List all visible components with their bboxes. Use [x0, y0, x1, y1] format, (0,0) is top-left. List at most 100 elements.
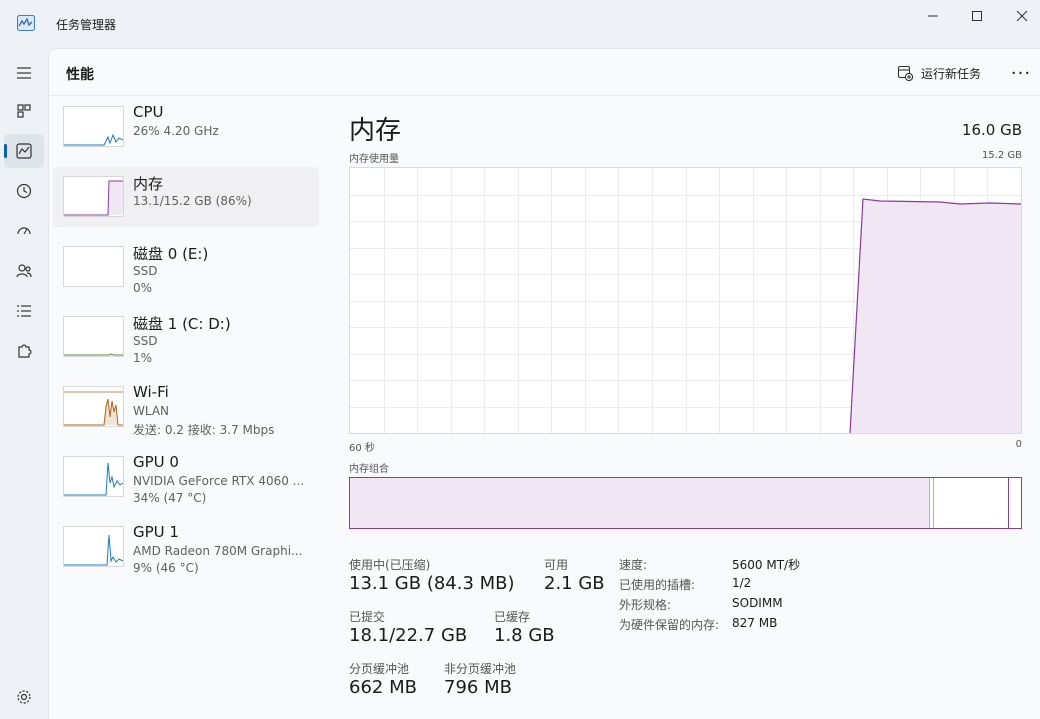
- detail-title: 内存: [349, 116, 402, 146]
- run-new-task-button[interactable]: 运行新任务: [897, 61, 981, 85]
- memory-sparkline: [64, 180, 123, 216]
- nav-performance[interactable]: [4, 134, 44, 168]
- memory-composition-bar: [349, 477, 1022, 529]
- nonpaged-pool-value: 796 MB: [444, 677, 512, 698]
- spec-value: 1/2: [732, 576, 752, 590]
- spec-label: 速度:: [619, 558, 648, 572]
- spec-label: 已使用的插槽:: [619, 578, 696, 592]
- resource-detail: WLAN: [133, 404, 170, 418]
- wifi-sparkline: [64, 391, 123, 426]
- available-label: 可用: [544, 558, 569, 572]
- users-icon: [16, 264, 32, 278]
- resource-name: 磁盘 1 (C: D:): [133, 315, 231, 333]
- disk1-sparkline: [64, 353, 123, 356]
- committed-label: 已提交: [349, 610, 386, 624]
- spec-value: 5600 MT/秒: [732, 558, 801, 572]
- resource-disk-1[interactable]: 磁盘 1 (C: D:) SSD 1%: [53, 307, 319, 367]
- resource-cpu[interactable]: CPU 26% 4.20 GHz: [53, 97, 319, 157]
- more-options-button[interactable]: ···: [1011, 61, 1031, 85]
- cpu-sparkline: [64, 133, 123, 146]
- memory-detail: 内存 16.0 GB 内存使用量 15.2 GB 60 秒 0 内存组合 使用中…: [349, 97, 1029, 717]
- nav-processes[interactable]: [4, 94, 44, 128]
- composition-standby-divider: [1008, 478, 1009, 528]
- in-use-value: 13.1 GB (84.3 MB): [349, 573, 515, 594]
- usage-graph-max: 15.2 GB: [981, 150, 1022, 161]
- resource-usage: 34% (47 °C): [133, 491, 207, 505]
- nav-startup-apps[interactable]: [4, 214, 44, 248]
- nav-details[interactable]: [4, 294, 44, 328]
- close-icon: [1016, 10, 1028, 22]
- paged-pool-label: 分页缓冲池: [349, 662, 410, 676]
- title-bar: 任务管理器: [0, 0, 1040, 48]
- resource-name: GPU 0: [133, 453, 179, 471]
- resource-detail: AMD Radeon 780M Graphi...: [133, 544, 303, 558]
- maximize-icon: [972, 11, 982, 21]
- resource-name: Wi-Fi: [133, 383, 169, 401]
- history-icon: [16, 183, 32, 199]
- paged-pool-value: 662 MB: [349, 677, 417, 698]
- resource-name: GPU 1: [133, 523, 179, 541]
- resource-memory[interactable]: 内存 13.1/15.2 GB (86%): [53, 167, 319, 227]
- page-header: 性能 运行新任务 ···: [49, 49, 1040, 96]
- nav-app-history[interactable]: [4, 174, 44, 208]
- resource-disk-0[interactable]: 磁盘 0 (E:) SSD 0%: [53, 237, 319, 297]
- memory-usage-plot: [350, 168, 1021, 433]
- composition-modified: [933, 478, 934, 528]
- spec-label: 为硬件保留的内存:: [619, 618, 720, 632]
- performance-icon: [16, 143, 32, 159]
- gpu0-sparkline: [64, 462, 123, 496]
- resource-usage: 1%: [133, 351, 153, 365]
- maximize-button[interactable]: [954, 0, 1000, 32]
- usage-graph-label: 内存使用量: [349, 154, 399, 165]
- resource-name: 内存: [133, 175, 164, 193]
- cpu-thumbnail: [63, 106, 124, 147]
- resource-detail: 13.1/15.2 GB (86%): [133, 194, 252, 208]
- committed-value: 18.1/22.7 GB: [349, 625, 468, 646]
- nav-settings[interactable]: [4, 680, 44, 714]
- memory-usage-graph: [349, 167, 1022, 434]
- resource-wifi[interactable]: Wi-Fi WLAN 发送: 0.2 接收: 3.7 Mbps: [53, 377, 319, 437]
- gear-icon: [17, 690, 31, 704]
- gpu1-sparkline: [64, 534, 123, 566]
- resource-list: CPU 26% 4.20 GHz 内存 13.1/15.2 GB (86%) 磁…: [53, 97, 321, 587]
- composition-in-use: [350, 478, 930, 528]
- app-title: 任务管理器: [56, 18, 117, 32]
- side-nav: [0, 48, 48, 719]
- resource-detail: SSD: [133, 264, 158, 278]
- resource-gpu-0[interactable]: GPU 0 NVIDIA GeForce RTX 4060 ... 34% (4…: [53, 447, 319, 507]
- run-task-icon: [897, 65, 913, 81]
- page-title: 性能: [66, 67, 94, 83]
- available-value: 2.1 GB: [544, 573, 605, 594]
- gpu1-thumbnail: [63, 526, 124, 567]
- cached-value: 1.8 GB: [494, 625, 555, 646]
- processes-icon: [17, 104, 31, 118]
- graph-axis-right: 0: [1015, 439, 1022, 450]
- minimize-button[interactable]: [910, 0, 956, 32]
- run-new-task-label: 运行新任务: [921, 66, 982, 81]
- gpu0-thumbnail: [63, 456, 124, 497]
- list-icon: [17, 305, 31, 317]
- spec-value: 827 MB: [732, 616, 778, 630]
- cached-label: 已缓存: [494, 610, 531, 624]
- nav-services[interactable]: [4, 334, 44, 368]
- graph-axis-left: 60 秒: [349, 443, 375, 454]
- in-use-label: 使用中(已压缩): [349, 558, 431, 572]
- usage-area: [850, 199, 1021, 433]
- hamburger-icon: [17, 67, 31, 79]
- resource-detail: SSD: [133, 334, 158, 348]
- speedometer-icon: [17, 227, 31, 235]
- resource-gpu-1[interactable]: GPU 1 AMD Radeon 780M Graphi... 9% (46 °…: [53, 517, 319, 577]
- minimize-icon: [928, 15, 938, 17]
- close-button[interactable]: [999, 0, 1040, 32]
- resource-usage: 0%: [133, 281, 153, 295]
- main-panel: 性能 运行新任务 ··· CPU 26% 4.20 GHz 内存 13.1/15…: [48, 48, 1040, 719]
- resource-usage: 发送: 0.2 接收: 3.7 Mbps: [133, 423, 275, 437]
- spec-value: SODIMM: [732, 596, 783, 610]
- total-memory: 16.0 GB: [961, 121, 1022, 139]
- nav-users[interactable]: [4, 254, 44, 288]
- nav-menu-button[interactable]: [4, 56, 44, 90]
- memory-thumbnail: [63, 176, 124, 217]
- wifi-thumbnail: [63, 386, 124, 427]
- resource-usage: 9% (46 °C): [133, 561, 199, 575]
- nonpaged-pool-label: 非分页缓冲池: [444, 662, 517, 676]
